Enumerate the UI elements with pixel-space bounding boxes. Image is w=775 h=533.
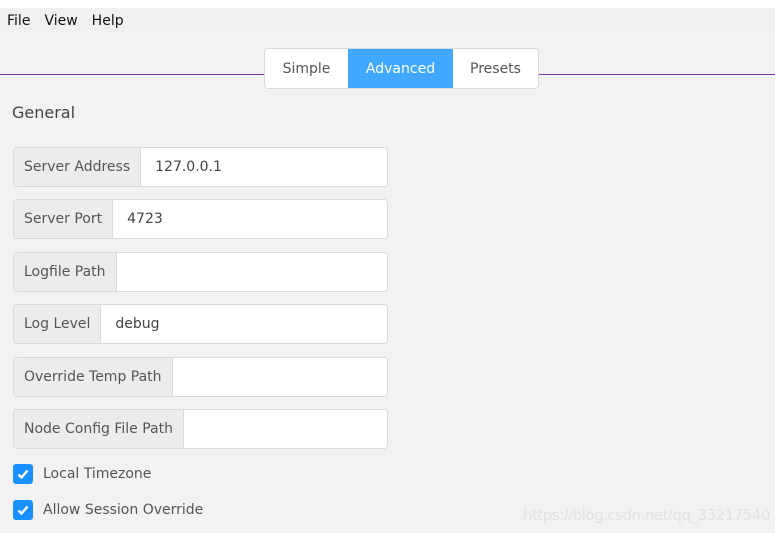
- menu-bar: File View Help: [0, 8, 775, 34]
- logfile-path-field: Logfile Path: [13, 252, 388, 292]
- node-config-file-path-input[interactable]: [184, 410, 387, 448]
- server-address-input[interactable]: [141, 148, 387, 186]
- tab-group: Simple Advanced Presets: [264, 48, 539, 89]
- menu-help[interactable]: Help: [92, 13, 124, 29]
- logfile-path-input[interactable]: [116, 253, 387, 291]
- override-temp-path-field: Override Temp Path: [13, 357, 388, 397]
- node-config-file-path-field: Node Config File Path: [13, 409, 388, 449]
- section-title: General: [12, 103, 76, 122]
- checkbox-label: Allow Session Override: [43, 502, 204, 518]
- checkmark-icon[interactable]: [13, 464, 33, 484]
- checkbox-label: Local Timezone: [43, 466, 152, 482]
- tab-simple[interactable]: Simple: [265, 49, 348, 88]
- field-label: Override Temp Path: [14, 358, 173, 396]
- field-label: Server Port: [14, 200, 114, 238]
- local-timezone-checkbox[interactable]: Local Timezone: [13, 464, 151, 484]
- allow-session-override-checkbox[interactable]: Allow Session Override: [13, 500, 203, 520]
- window-top-strip: [0, 0, 775, 8]
- server-port-input[interactable]: [113, 200, 387, 238]
- override-temp-path-input[interactable]: [172, 358, 387, 396]
- server-address-field: Server Address: [13, 147, 388, 187]
- field-label: Node Config File Path: [14, 410, 184, 448]
- field-label: Server Address: [14, 148, 142, 186]
- menu-file[interactable]: File: [7, 13, 30, 29]
- menu-view[interactable]: View: [44, 13, 77, 29]
- log-level-field: Log Level: [13, 304, 388, 344]
- checkmark-icon[interactable]: [13, 500, 33, 520]
- log-level-input[interactable]: [101, 305, 387, 343]
- field-label: Logfile Path: [14, 253, 117, 291]
- field-label: Log Level: [14, 305, 102, 343]
- server-port-field: Server Port: [13, 199, 388, 239]
- watermark: https://blog.csdn.net/qq_33217540: [523, 506, 770, 524]
- tab-advanced[interactable]: Advanced: [348, 49, 453, 88]
- tab-presets[interactable]: Presets: [453, 49, 538, 88]
